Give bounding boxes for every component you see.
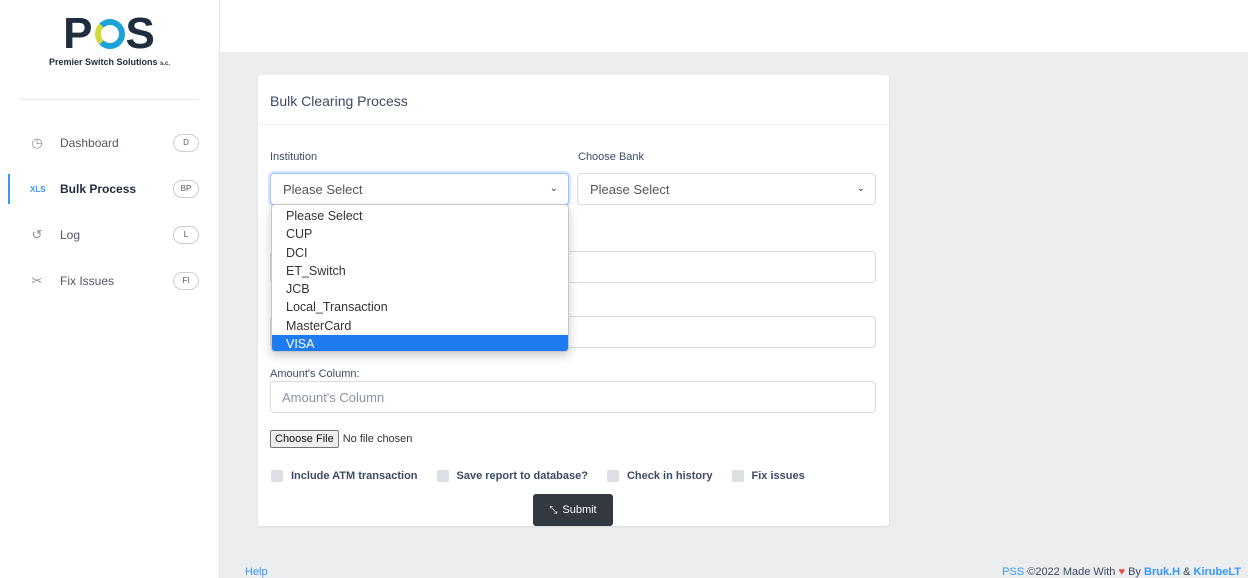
checkbox-label: Check in history	[626, 470, 713, 482]
amount-label: Amount's Column:	[270, 368, 360, 380]
institution-label: Institution	[270, 151, 318, 163]
checkbox-label: Save report to database?	[456, 470, 588, 482]
amp-text: &	[1183, 566, 1191, 578]
sidebar-item-log[interactable]: ↺ Log L	[0, 212, 219, 258]
logo-letter-s: S	[125, 9, 156, 58]
checkbox-box[interactable]	[731, 470, 744, 482]
sidebar-badge: BP	[173, 180, 199, 198]
checkbox-label: Include ATM transaction	[291, 470, 418, 482]
header-bar	[220, 0, 1248, 52]
checkbox-box[interactable]	[606, 470, 619, 482]
dropdown-option[interactable]: DCI	[272, 244, 568, 262]
heart-icon: ♥	[1118, 566, 1126, 578]
institution-select[interactable]: Please Select ⌄	[270, 173, 569, 205]
card-title: Bulk Clearing Process	[258, 75, 889, 125]
sidebar-badge: D	[173, 134, 199, 152]
submit-label: Submit	[562, 504, 597, 516]
dropdown-option[interactable]: MasterCard	[272, 317, 568, 335]
amount-column-input[interactable]: Amount's Column	[270, 381, 876, 413]
sidebar-item-bulk-process[interactable]: XLS Bulk Process BP	[0, 166, 219, 212]
by-text: By	[1128, 566, 1141, 578]
include-atm-checkbox[interactable]: Include ATM transaction	[271, 470, 418, 482]
bank-select-value: Please Select	[590, 182, 670, 197]
sidebar-item-dashboard[interactable]: ◷ Dashboard D	[0, 120, 219, 166]
sidebar-item-label: Log	[60, 228, 81, 242]
dropdown-option-selected[interactable]: VISA	[272, 335, 568, 351]
logo-tagline: Premier Switch Solutions s.c.	[20, 57, 199, 67]
sidebar-item-label: Fix Issues	[60, 274, 115, 288]
sidebar: P S Premier Switch Solutions s.c. ◷ Dash…	[0, 0, 220, 578]
bank-label: Choose Bank	[578, 151, 645, 163]
sidebar-item-label: Bulk Process	[60, 182, 137, 196]
clock-icon: ◷	[31, 135, 43, 150]
sidebar-item-fix-issues[interactable]: ✂ Fix Issues FI	[0, 258, 219, 304]
sidebar-item-label: Dashboard	[60, 136, 119, 150]
sidebar-nav: ◷ Dashboard D XLS Bulk Process BP ↺ Log …	[0, 120, 219, 304]
submit-button[interactable]: ⤡ Submit	[533, 494, 613, 526]
dropdown-option[interactable]: CUP	[272, 225, 568, 243]
save-report-checkbox[interactable]: Save report to database?	[436, 470, 588, 482]
xls-icon: XLS	[30, 184, 46, 194]
chevron-down-icon: ⌄	[856, 183, 865, 194]
dropdown-option[interactable]: ET_Switch	[272, 262, 568, 280]
brand-link[interactable]: PSS	[1002, 566, 1024, 578]
logo-ring-icon	[94, 19, 125, 49]
institution-dropdown: Please Select CUP DCI ET_Switch JCB Loca…	[271, 204, 569, 352]
dropdown-option[interactable]: JCB	[272, 280, 568, 298]
checkbox-box[interactable]	[271, 470, 283, 482]
options-checkboxes: Include ATM transaction Save report to d…	[271, 470, 824, 482]
logo[interactable]: P S Premier Switch Solutions s.c.	[20, 0, 199, 100]
logo-tagline-text: Premier Switch Solutions	[48, 57, 158, 67]
logo-tagline-suffix: s.c.	[160, 61, 171, 67]
file-status: No file chosen	[342, 433, 413, 445]
institution-select-value: Please Select	[283, 182, 363, 197]
logo-mark: P S	[63, 9, 156, 58]
history-icon: ↺	[31, 227, 43, 242]
logo-letter-p: P	[63, 9, 94, 58]
file-upload: Choose File No file chosen	[270, 430, 412, 448]
bank-select[interactable]: Please Select ⌄	[577, 173, 876, 205]
fix-issues-checkbox[interactable]: Fix issues	[731, 470, 805, 482]
chevron-down-icon: ⌄	[549, 183, 558, 194]
author-link-bruk[interactable]: Bruk.H	[1144, 566, 1180, 578]
scissors-icon: ✂	[31, 273, 43, 288]
footer: Help PSS ©2022 Made With ♥ By Bruk.H & K…	[220, 556, 1248, 578]
author-link-kirubel[interactable]: KirubeLT	[1194, 566, 1241, 578]
checkbox-box[interactable]	[436, 470, 449, 482]
sidebar-badge: L	[173, 226, 199, 244]
choose-file-button[interactable]: Choose File	[270, 430, 339, 448]
copyright-text: ©2022 Made With	[1027, 566, 1116, 578]
checkbox-label: Fix issues	[751, 470, 805, 482]
sidebar-badge: FI	[173, 272, 199, 290]
compress-icon: ⤡	[549, 504, 558, 516]
dropdown-option[interactable]: Local_Transaction	[272, 298, 568, 316]
dropdown-option[interactable]: Please Select	[272, 207, 568, 225]
help-link[interactable]: Help	[245, 566, 268, 578]
footer-credits: PSS ©2022 Made With ♥ By Bruk.H & Kirube…	[1002, 566, 1241, 578]
check-history-checkbox[interactable]: Check in history	[606, 470, 713, 482]
